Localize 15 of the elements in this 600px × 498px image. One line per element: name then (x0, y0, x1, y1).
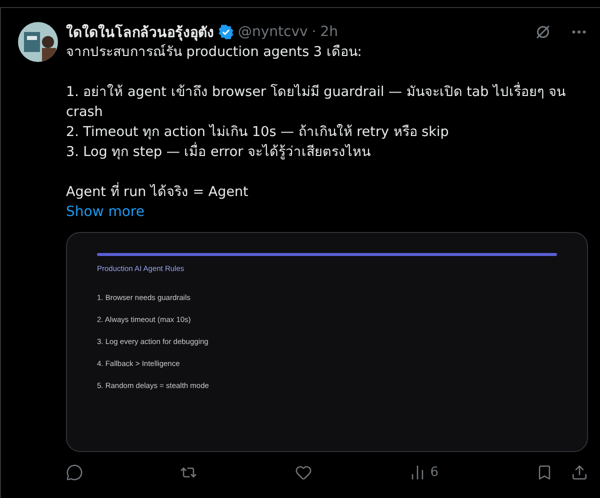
heart-icon (294, 464, 312, 481)
avatar[interactable] (18, 22, 58, 62)
reply-icon (66, 464, 83, 481)
circle-slash-icon[interactable] (534, 23, 552, 41)
post-time[interactable]: 2h (320, 24, 338, 40)
like-button[interactable] (294, 464, 312, 481)
show-more-link[interactable]: Show more (66, 202, 144, 222)
share-icon (570, 464, 588, 481)
reply-button[interactable] (66, 464, 83, 481)
author-handle[interactable]: @nyntcvv (238, 24, 308, 40)
post-text: จากประสบการณ์รัน production agents 3 เดือน: 1. อย่าให้ agent เข้าถึง browser โดยไม่มี guardrail — มันจะเปิด tab ไปเรื่อยๆ จน crash 2. Timeout ทุก action ไม่เกิน 10s — ถ้าเกินให้ retry หรือ skip 3. Log ทุก step — เมื่อ error จะได้รู้ว่าเสียตรงไหน Agent ที่ run ได้จริง = Agent (66, 43, 566, 202)
share-button[interactable] (570, 464, 588, 481)
views-button[interactable]: 6 (409, 464, 439, 481)
separator: · (312, 24, 316, 40)
author-name[interactable]: ใดใดในโลกล้วนอรุ้งอุตัง (66, 21, 214, 43)
